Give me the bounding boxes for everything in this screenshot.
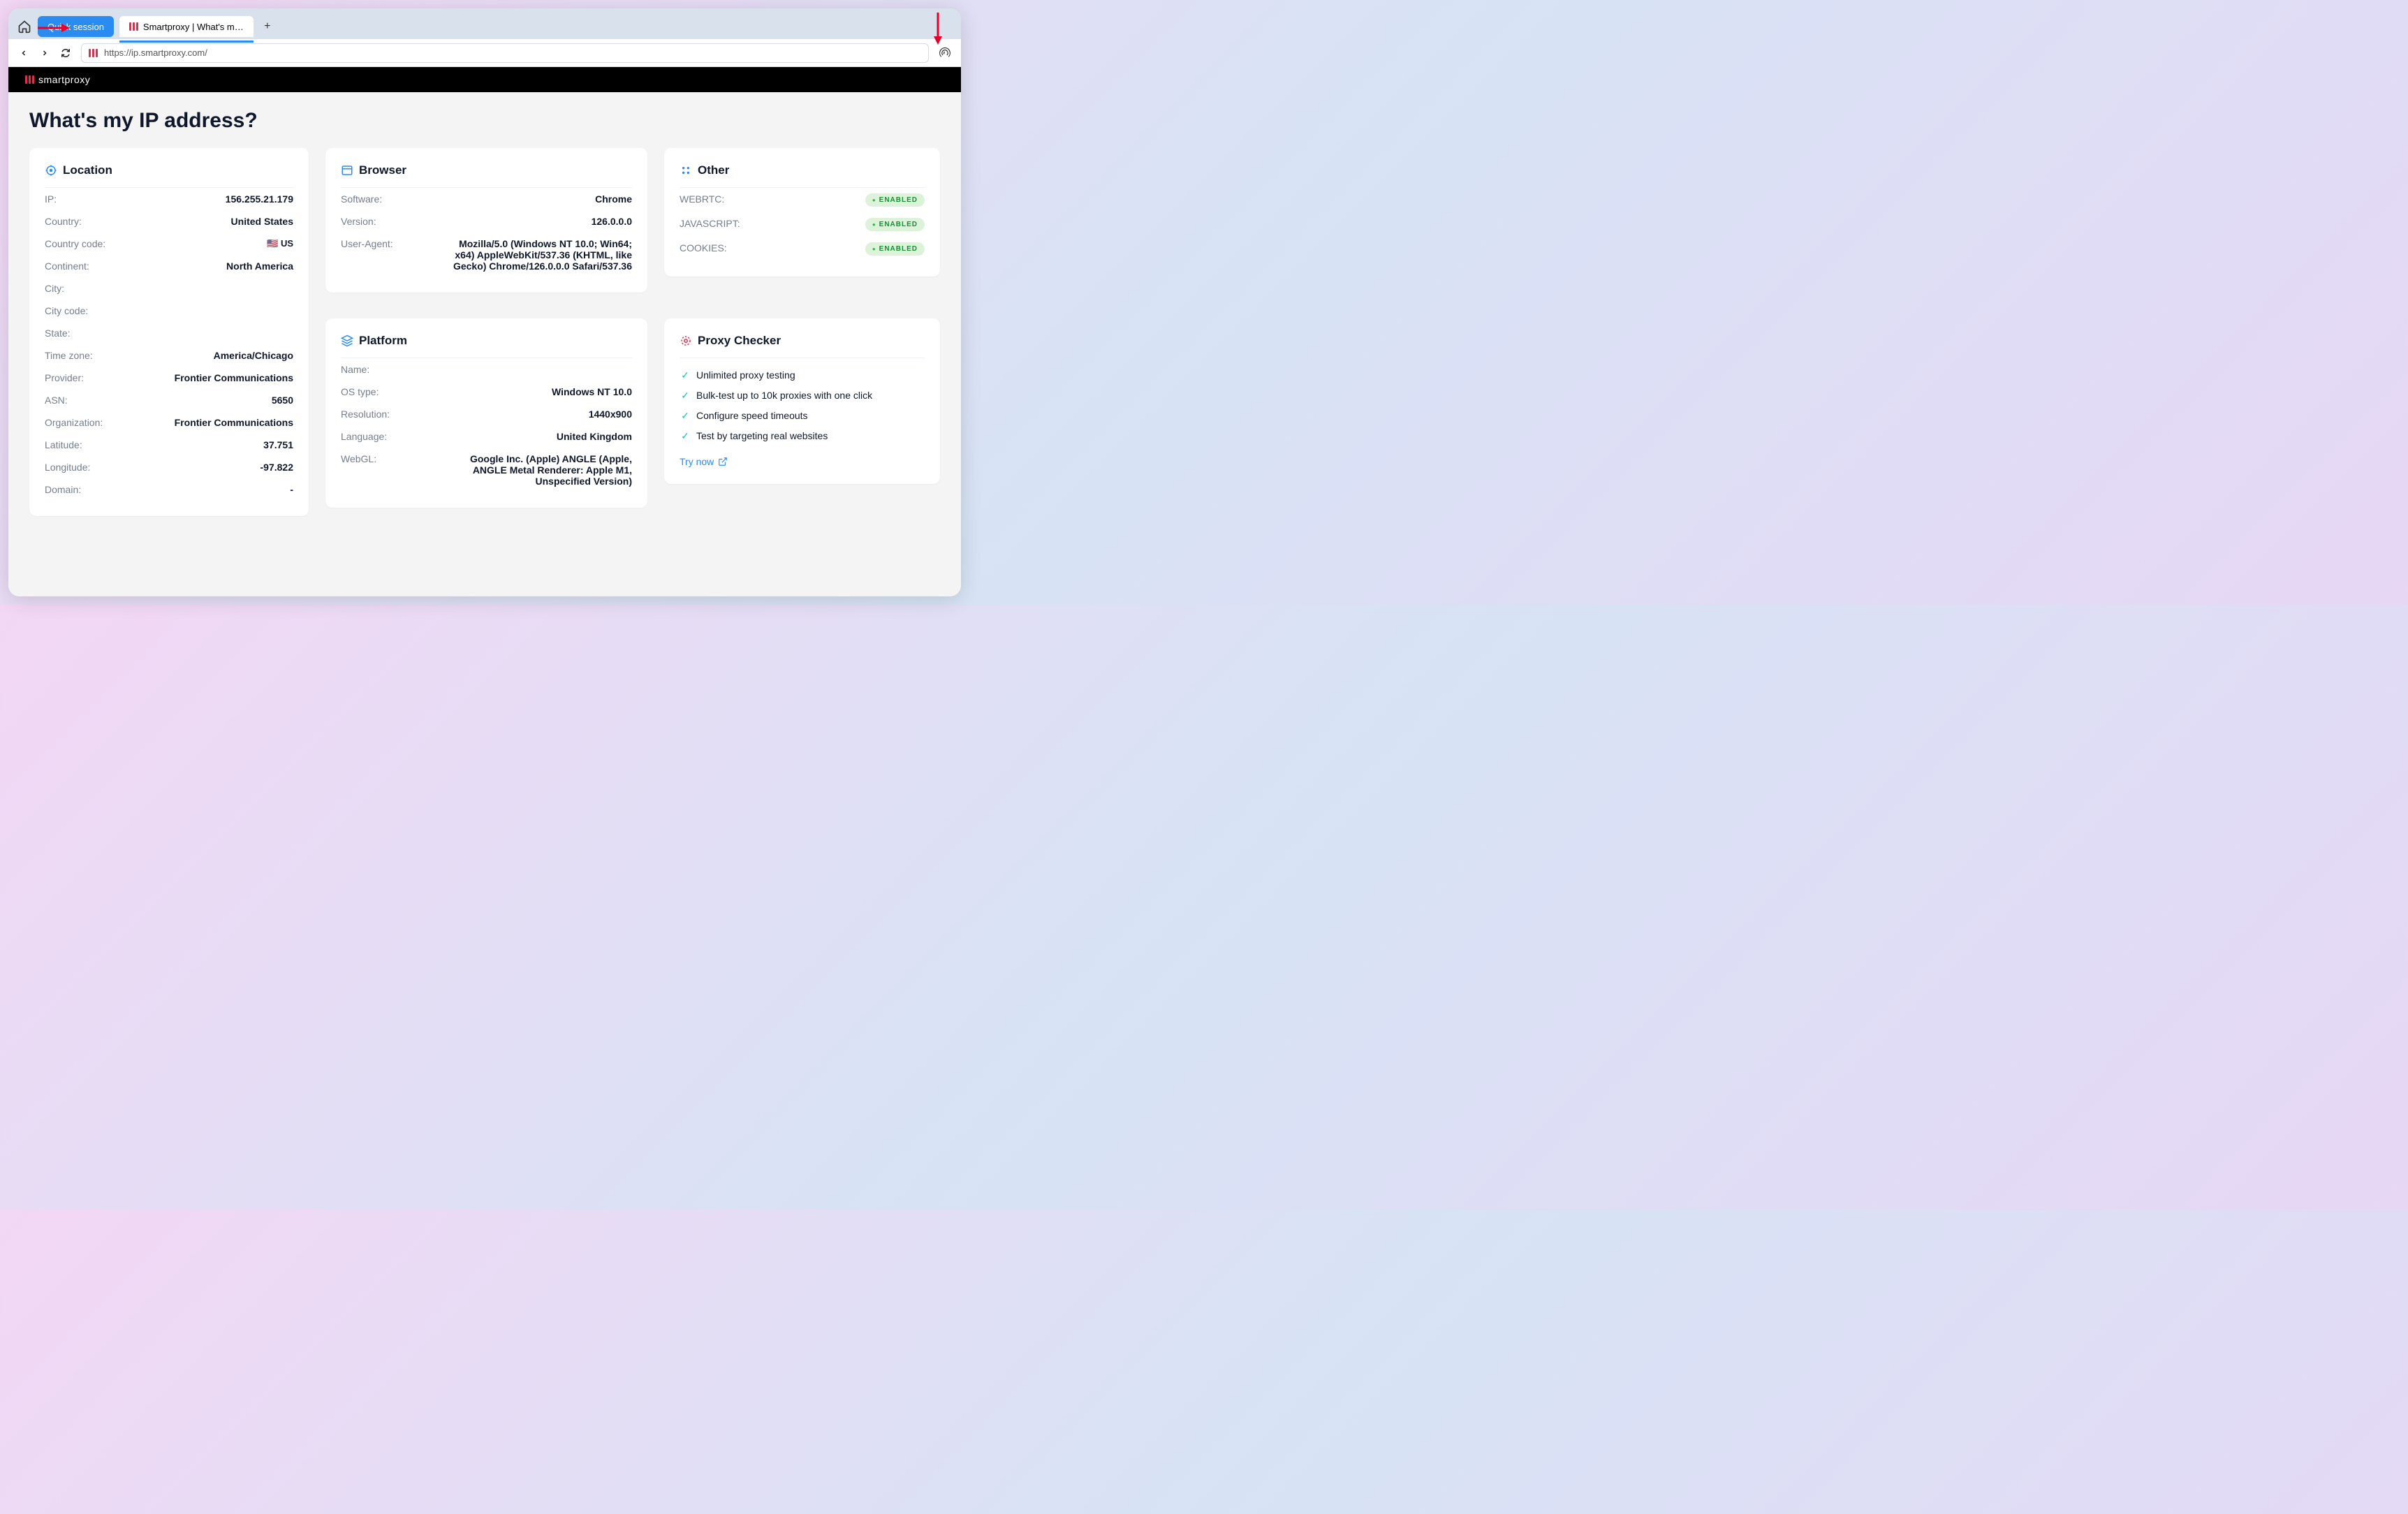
provider-value: Frontier Communications [175,372,293,383]
lat-value: 37.751 [263,439,293,450]
language-value: United Kingdom [557,431,632,442]
tab-label: Smartproxy | What's m… [143,22,244,32]
useragent-value: Mozilla/5.0 (Windows NT 10.0; Win64; x64… [446,238,632,272]
check-icon: ✓ [680,390,691,402]
os-value: Windows NT 10.0 [552,386,632,397]
org-value: Frontier Communications [175,417,293,428]
url-input[interactable]: https://ip.smartproxy.com/ [81,43,929,63]
page-title: What's my IP address? [29,109,940,133]
tab-quick-session[interactable]: Quick session [38,16,114,37]
logo-icon [25,75,34,84]
page-content: What's my IP address? Location IP:156.25… [8,92,961,596]
browser-icon [341,164,353,177]
check-icon: ✓ [680,430,691,442]
javascript-badge: ENABLED [865,218,925,231]
card-title: Other [698,163,729,177]
card-browser: Browser Software:Chrome Version:126.0.0.… [325,148,647,293]
brand-name: smartproxy [38,74,90,85]
card-other: Other WEBRTC:ENABLED JAVASCRIPT:ENABLED … [664,148,940,277]
home-icon [17,20,31,34]
fingerprint-button[interactable] [939,47,951,59]
new-tab-button[interactable]: + [259,18,276,35]
url-favicon-icon [89,49,98,57]
country-value: United States [231,216,293,227]
fingerprint-icon [939,47,951,59]
chevron-right-icon [41,49,49,57]
location-icon [45,164,57,177]
card-title: Location [63,163,112,177]
card-proxy-checker: Proxy Checker ✓Unlimited proxy testing ✓… [664,318,940,484]
software-value: Chrome [595,193,632,205]
proxy-feature-row: ✓Unlimited proxy testing [680,365,925,385]
reload-button[interactable] [60,47,71,59]
back-button[interactable] [18,47,29,59]
target-icon [680,335,692,347]
layers-icon [341,335,353,347]
card-platform: Platform Name: OS type:Windows NT 10.0 R… [325,318,647,508]
card-title: Platform [359,334,407,348]
address-bar: https://ip.smartproxy.com/ [8,39,961,67]
ip-value: 156.255.21.179 [226,193,293,205]
proxy-feature-row: ✓Test by targeting real websites [680,426,925,446]
continent-value: North America [226,260,293,272]
webgl-value: Google Inc. (Apple) ANGLE (Apple, ANGLE … [446,453,632,487]
reload-icon [61,48,71,58]
country-code-value: 🇺🇸 US [267,238,293,249]
chevron-left-icon [20,49,28,57]
proxy-feature-row: ✓Bulk-test up to 10k proxies with one cl… [680,385,925,406]
proxy-feature-row: ✓Configure speed timeouts [680,406,925,426]
lon-value: -97.822 [260,462,293,473]
external-link-icon [718,457,728,466]
site-header: smartproxy [8,67,961,92]
version-value: 126.0.0.0 [592,216,632,227]
home-button[interactable] [17,19,32,34]
card-location: Location IP:156.255.21.179 Country:Unite… [29,148,309,516]
timezone-value: America/Chicago [214,350,293,361]
check-icon: ✓ [680,369,691,381]
resolution-value: 1440x900 [589,409,632,420]
asn-value: 5650 [272,395,293,406]
grid-icon [680,164,692,177]
favicon-icon [129,22,139,31]
try-now-link[interactable]: Try now [680,456,728,467]
domain-value: - [290,484,293,495]
check-icon: ✓ [680,410,691,422]
tab-strip: Quick session Smartproxy | What's m… + [8,8,961,39]
card-title: Browser [359,163,406,177]
forward-button[interactable] [39,47,50,59]
cookies-badge: ENABLED [865,242,925,256]
card-title: Proxy Checker [698,334,781,348]
tab-smartproxy[interactable]: Smartproxy | What's m… [119,16,254,37]
webrtc-badge: ENABLED [865,193,925,207]
url-text: https://ip.smartproxy.com/ [104,47,207,58]
